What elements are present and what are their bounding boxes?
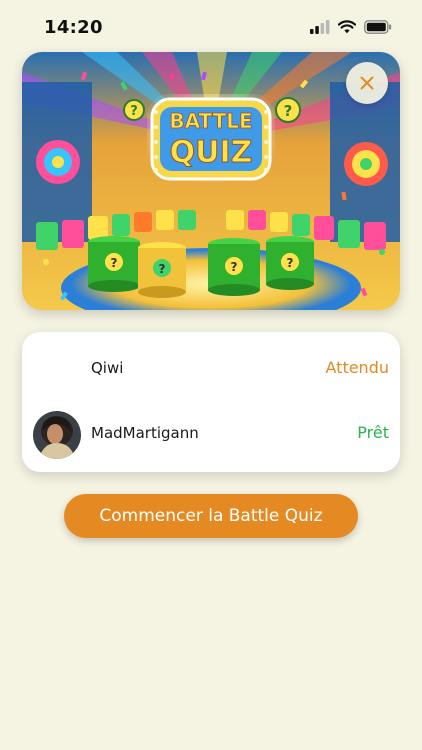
player-name: Qiwi [91, 359, 124, 377]
sign-battle-text: BATTLE [169, 109, 252, 133]
player-name: MadMartigann [91, 424, 199, 442]
player-status: Prêt [357, 423, 389, 442]
status-icons [310, 20, 392, 34]
battery-icon [364, 20, 392, 34]
close-button[interactable] [346, 62, 388, 104]
player-row: MadMartigann Prêt [22, 405, 400, 465]
svg-text:?: ? [159, 262, 166, 276]
start-battle-quiz-button[interactable]: Commencer la Battle Quiz [64, 494, 358, 538]
status-time: 14:20 [44, 17, 103, 38]
player-status: Attendu [325, 358, 390, 377]
avatar [33, 411, 81, 459]
battle-quiz-banner: BATTLE QUIZ ? ? ? ? ? ? [22, 52, 400, 310]
player-row: Qiwi Attendu [22, 340, 400, 400]
status-bar: 14:20 [0, 0, 422, 56]
avatar-photo [33, 411, 81, 459]
close-icon [360, 76, 374, 90]
sign-quiz-text: QUIZ [170, 135, 253, 170]
svg-text:?: ? [287, 256, 294, 270]
svg-text:?: ? [130, 104, 138, 119]
battle-quiz-game-show-illustration: BATTLE QUIZ ? ? ? ? ? ? [22, 52, 400, 310]
svg-text:?: ? [231, 260, 238, 274]
avatar-placeholder [32, 346, 80, 394]
participants-card: Qiwi Attendu MadMartigann Prêt [22, 332, 400, 472]
cellular-signal-icon [310, 20, 330, 34]
wifi-icon [338, 20, 356, 34]
svg-text:?: ? [111, 256, 118, 270]
svg-text:?: ? [284, 102, 293, 120]
